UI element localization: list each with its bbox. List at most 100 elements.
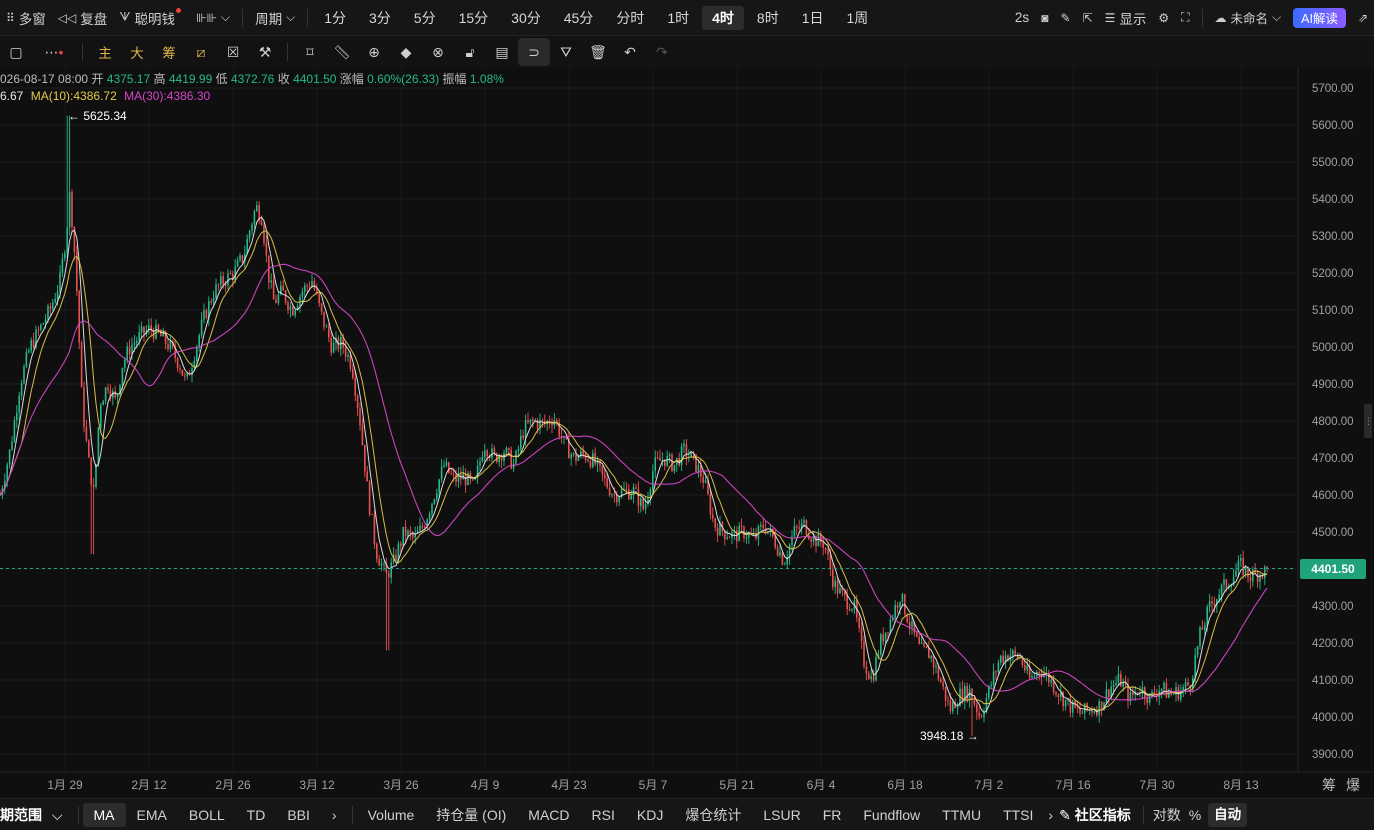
candle-body [361,425,364,445]
display-button[interactable]: ☰ 显示 [1099,0,1153,36]
candle-body [481,457,484,462]
replay-button[interactable]: ◁◁ 复盘 [52,0,113,36]
main-indicator-tab[interactable]: BOLL [178,803,236,827]
candle-body [978,712,980,717]
share-button[interactable]: ⇱ [1077,0,1099,36]
auto-scale-toggle[interactable]: 自动 [1208,802,1248,827]
candle-body [44,319,47,324]
period-tab[interactable]: 4时 [702,5,744,30]
period-tab[interactable]: 1时 [657,6,699,30]
candle-body [1194,655,1196,679]
sub-indicator-tab[interactable]: RSI [581,803,626,827]
candle-body [865,666,868,674]
candle-body [107,387,109,391]
main-chart-toggle[interactable]: 主 [89,38,121,66]
period-tab[interactable]: 8时 [747,6,789,30]
auto-draw-tool[interactable]: ☒ [217,38,249,66]
community-indicators-button[interactable]: ✎ 社区指标 [1057,803,1139,827]
template-tool[interactable]: ▤ [486,38,518,66]
filter-tool[interactable]: ⛛ [550,38,582,66]
main-indicator-tab[interactable]: TD [236,803,277,827]
magnet-tool[interactable]: ⊃ [518,38,550,66]
candle-body [726,537,728,539]
percent-scale-toggle[interactable]: % [1186,803,1204,827]
period-tab[interactable]: 3分 [359,6,401,30]
sub-indicator-tab[interactable]: MACD [517,803,580,827]
delete-tool[interactable]: 🗑︎ [582,38,614,66]
sub-indicator-tab[interactable]: Fundflow [852,803,931,827]
expand-button[interactable]: ⇗ [1352,0,1374,36]
edit-button[interactable]: ✎ [1054,0,1076,36]
main-indicator-tab[interactable]: MA [82,802,126,827]
period-tab[interactable]: 5分 [404,6,446,30]
period-tab[interactable]: 1分 [314,6,356,30]
smart-money-button[interactable]: ᗐ 聪明钱 [113,0,190,36]
sub-indicator-tab[interactable]: TTMU [931,803,992,827]
sub-indicator-tab[interactable]: Volume [357,803,426,827]
side-panel-handle[interactable]: ⋮ [1364,404,1373,438]
high-value: 4419.99 [168,72,213,86]
candle-body [949,700,952,712]
candle-body [104,387,107,402]
refresh-label: 2s [1014,10,1030,25]
more-tools[interactable]: ⋯• [32,38,76,66]
period-tab[interactable]: 分时 [606,6,654,30]
price-chart[interactable]: 5700.00 5600.00 5500.00 5400.00 5300.00 5200.… [0,68,1374,798]
large-order-toggle[interactable]: 大 [121,38,153,66]
multi-window-button[interactable]: ⠿ 多窗 [0,0,52,36]
candle-body [1112,684,1115,687]
change-value: 0.60%(26.33) [367,72,440,86]
eye-icon: ⊗ [432,43,444,60]
range-dropdown[interactable]: 期范围 ⌵ [0,803,74,827]
refresh-interval[interactable]: 2s [1009,0,1035,36]
liquidation-corner-button[interactable]: 爆 [1346,775,1360,795]
fullscreen-button[interactable]: ⛶ [1175,0,1195,36]
sub-indicator-tab[interactable]: 爆仓统计 [674,803,752,827]
undo-button[interactable]: ↶ [614,38,646,66]
redo-button[interactable]: ↷ [646,38,678,66]
sub-indicator-tab[interactable]: LSUR [752,803,811,827]
period-tab[interactable]: 15分 [449,6,499,30]
candle-body [728,537,731,539]
bookmark-tool[interactable]: ⌑ [294,38,326,66]
period-dropdown[interactable]: 周期 ⌵ [249,0,301,36]
period-tab[interactable]: 1周 [837,6,879,30]
list-icon: ☰ [1104,10,1116,25]
settings-button[interactable]: ⚙ [1152,0,1175,36]
period-tab[interactable]: 30分 [501,6,551,30]
chip-corner-button[interactable]: 筹 [1322,775,1336,795]
candle-style-dropdown[interactable]: ⊪⊪ ⌵ [190,0,236,36]
sub-indicator-tab[interactable]: TTSI [992,803,1044,827]
ai-interpret-button[interactable]: AI解读 [1293,7,1346,28]
zoom-tool[interactable]: ⊕ [358,38,390,66]
candle-body [880,634,882,655]
rectangle-tool[interactable]: ▢ [0,38,32,66]
brush-tool[interactable]: ⚒ [249,38,281,66]
candle-body [827,549,829,555]
sub-indicator-tab[interactable]: FR [812,803,853,827]
candle-body [870,676,872,680]
ruler-tool[interactable]: 📏︎ [326,38,358,66]
screenshot-button[interactable]: ◙ [1035,0,1054,36]
candle-body [196,346,198,361]
lock-tool[interactable]: 🔓︎ [454,38,486,66]
period-tab[interactable]: 1日 [792,6,834,30]
main-indicator-tab[interactable]: EMA [126,803,178,827]
log-scale-toggle[interactable]: 对数 [1148,803,1186,827]
multi-window-label: 多窗 [18,11,46,27]
auto-label: 自动 [1214,806,1242,822]
main-indicator-tab[interactable]: BBI [276,803,321,827]
sub-indicator-tab[interactable]: KDJ [626,803,674,827]
candle-body [88,440,90,458]
more-sub-indicators[interactable]: › [1044,803,1057,827]
sub-indicator-tab[interactable]: 持仓量 (OI) [425,803,517,827]
chip-toggle[interactable]: 筹 [153,38,185,66]
layout-dropdown[interactable]: ☁ 未命名 ⌵ [1209,0,1288,36]
eraser-tool[interactable]: ◆ [390,38,422,66]
visibility-tool[interactable]: ⊗ [422,38,454,66]
more-main-indicators[interactable]: › [321,803,348,827]
period-tab[interactable]: 45分 [554,6,604,30]
candle-body [810,539,812,542]
candle-body [282,285,284,291]
trend-tool[interactable]: ⧄ [185,38,217,66]
